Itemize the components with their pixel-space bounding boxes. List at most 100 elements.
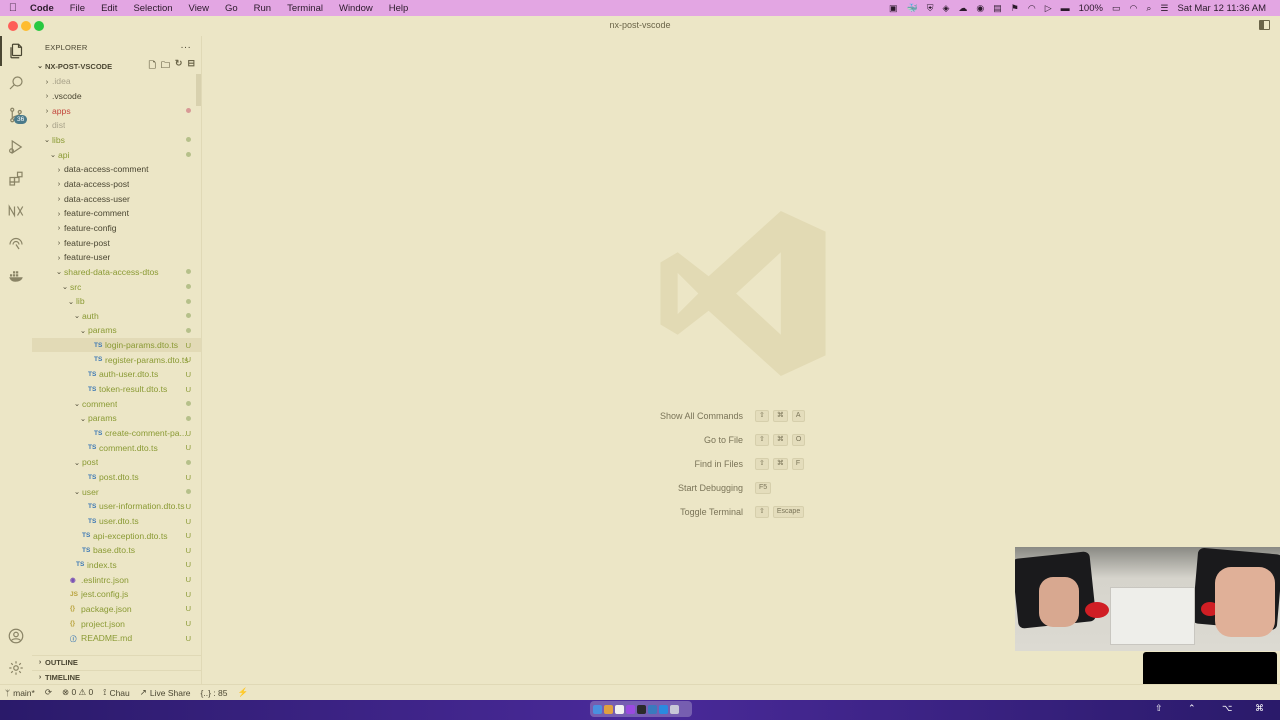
account-icon[interactable] <box>0 621 32 651</box>
tree-folder-row[interactable]: ⌄ api <box>32 147 201 162</box>
search-icon[interactable] <box>0 68 32 98</box>
tree-file-row[interactable]: TS login-params.dto.ts U <box>32 337 201 353</box>
tree-file-row[interactable]: TS auth-user.dto.ts U <box>32 367 201 382</box>
tree-file-row[interactable]: TS post.dto.ts U <box>32 470 201 485</box>
project-root-row[interactable]: ⌄ NX-POST-VSCODE 🗋 🗀 ↻ ⊟ <box>32 58 201 74</box>
tree-folder-row[interactable]: ⌄ auth <box>32 309 201 324</box>
circle-icon[interactable]: ◉ <box>976 3 984 14</box>
docker-icon[interactable] <box>0 260 32 290</box>
menu-edit[interactable]: Edit <box>93 3 125 14</box>
chrome-icon[interactable] <box>604 704 613 714</box>
tree-folder-row[interactable]: › feature-config <box>32 221 201 236</box>
dock-command-icon[interactable]: ⌘ <box>1255 703 1264 714</box>
menu-run[interactable]: Run <box>246 3 279 14</box>
dock-caret-icon[interactable]: ⌃ <box>1188 703 1196 714</box>
refresh-icon[interactable]: ↻ <box>175 58 183 74</box>
menu-app-name[interactable]: Code <box>26 3 62 14</box>
tree-scrollbar[interactable] <box>196 74 201 106</box>
tree-folder-row[interactable]: › data-access-user <box>32 191 201 206</box>
flag-us-icon[interactable]: ▬ <box>1061 3 1070 13</box>
battery-icon[interactable]: ▭ <box>1112 3 1121 14</box>
battery-percent[interactable]: 100% <box>1079 3 1103 14</box>
explorer-icon[interactable] <box>0 36 32 66</box>
input-icon[interactable]: ▤ <box>993 3 1002 14</box>
tree-folder-row[interactable]: ⌄ src <box>32 279 201 294</box>
tree-folder-row[interactable]: ⌄ user <box>32 484 201 499</box>
notes-icon[interactable] <box>615 704 624 714</box>
timeline-section[interactable]: › TIMELINE <box>32 670 201 684</box>
menu-selection[interactable]: Selection <box>125 3 180 14</box>
apple-icon[interactable]:  <box>0 2 26 14</box>
shield-icon[interactable]: ⛨ <box>927 3 934 14</box>
dock-arrow-icon[interactable]: ⇧ <box>1155 703 1163 714</box>
tree-file-row[interactable]: ⓘ README.md U <box>32 631 201 646</box>
branch-indicator[interactable]: ᛘ main* <box>0 688 40 698</box>
dock-option-icon[interactable]: ⌥ <box>1222 703 1232 714</box>
new-file-icon[interactable]: 🗋 <box>149 58 156 74</box>
terminal-icon[interactable] <box>637 704 646 714</box>
live-share-button[interactable]: ↗ Live Share <box>135 687 196 698</box>
tree-folder-row[interactable]: › .vscode <box>32 89 201 104</box>
cloud-icon[interactable]: ☁ <box>958 3 967 14</box>
wifi-icon[interactable]: ◠ <box>1129 3 1137 14</box>
bolt-icon[interactable]: ⚡ <box>232 687 253 698</box>
tree-file-row[interactable]: TS comment.dto.ts U <box>32 440 201 455</box>
flag-icon[interactable]: ⚑ <box>1011 3 1019 14</box>
tree-file-row[interactable]: TS base.dto.ts U <box>32 543 201 558</box>
remote-explorer-icon[interactable] <box>0 228 32 258</box>
intellij-icon[interactable] <box>648 704 657 714</box>
trash-icon[interactable] <box>670 704 679 714</box>
menu-go[interactable]: Go <box>217 3 246 14</box>
tree-folder-row[interactable]: ⌄ lib <box>32 294 201 309</box>
menu-window[interactable]: Window <box>331 3 381 14</box>
finder-icon[interactable] <box>593 704 602 714</box>
collapse-all-icon[interactable]: ⊟ <box>187 58 195 74</box>
control-center-icon[interactable]: ☰ <box>1160 3 1168 14</box>
tree-folder-row[interactable]: ⌄ comment <box>32 396 201 411</box>
search-icon[interactable]: ⌕ <box>1146 3 1151 14</box>
problems-indicator[interactable]: ⊗ 0 ⚠ 0 <box>57 687 98 698</box>
menubar-clock[interactable]: Sat Mar 12 11:36 AM <box>1177 3 1266 14</box>
nx-tag-indicator[interactable]: {..} : 85 <box>196 688 233 698</box>
tree-file-row[interactable]: TS token-result.dto.ts U <box>32 382 201 397</box>
tree-folder-row[interactable]: › feature-user <box>32 250 201 265</box>
tree-folder-row[interactable]: › data-access-comment <box>32 162 201 177</box>
tree-file-row[interactable]: JS jest.config.js U <box>32 587 201 602</box>
menu-terminal[interactable]: Terminal <box>279 3 331 14</box>
outline-section[interactable]: › OUTLINE <box>32 655 201 669</box>
app-icon[interactable]: ▣ <box>889 3 898 14</box>
tree-file-row[interactable]: TS user.dto.ts U <box>32 514 201 529</box>
run-debug-icon[interactable] <box>0 132 32 162</box>
play-icon[interactable]: ▷ <box>1045 3 1052 14</box>
vscode-icon[interactable] <box>659 704 668 714</box>
sync-icon[interactable]: ⟳ <box>40 687 57 698</box>
tree-folder-row[interactable]: ⌄ post <box>32 455 201 470</box>
tree-file-row[interactable]: TS create-comment-pa... U <box>32 426 201 441</box>
tree-file-row[interactable]: TS index.ts U <box>32 558 201 573</box>
toggle-sidebar-icon[interactable] <box>1259 20 1270 30</box>
tree-folder-row[interactable]: › .idea <box>32 74 201 89</box>
tree-file-row[interactable]: {} project.json U <box>32 616 201 631</box>
tree-folder-row[interactable]: › data-access-post <box>32 177 201 192</box>
tree-file-row[interactable]: TS user-information.dto.ts U <box>32 499 201 514</box>
tree-folder-row[interactable]: ⌄ shared-data-access-dtos <box>32 265 201 280</box>
source-control-icon[interactable]: 36 <box>0 100 32 130</box>
tree-folder-row[interactable]: › dist <box>32 118 201 133</box>
tree-folder-row[interactable]: ⌄ libs <box>32 133 201 148</box>
obs-icon[interactable] <box>626 704 635 714</box>
cube-icon[interactable]: ◈ <box>942 3 949 14</box>
headphones-icon[interactable]: ◠ <box>1028 3 1036 14</box>
user-indicator[interactable]: ⟟ Chau <box>98 687 135 698</box>
nx-console-icon[interactable] <box>0 196 32 226</box>
tree-folder-row[interactable]: ⌄ params <box>32 411 201 426</box>
tree-file-row[interactable]: TS api-exception.dto.ts U <box>32 528 201 543</box>
settings-gear-icon[interactable] <box>0 653 32 683</box>
tree-folder-row[interactable]: ⌄ params <box>32 323 201 338</box>
tree-folder-row[interactable]: › feature-comment <box>32 206 201 221</box>
tree-file-row[interactable]: TS register-params.dto.ts U <box>32 352 201 367</box>
menu-file[interactable]: File <box>62 3 93 14</box>
tree-file-row[interactable]: ◉ .eslintrc.json U <box>32 572 201 587</box>
menu-view[interactable]: View <box>181 3 217 14</box>
more-actions-icon[interactable]: ··· <box>180 42 191 53</box>
menu-help[interactable]: Help <box>381 3 417 14</box>
